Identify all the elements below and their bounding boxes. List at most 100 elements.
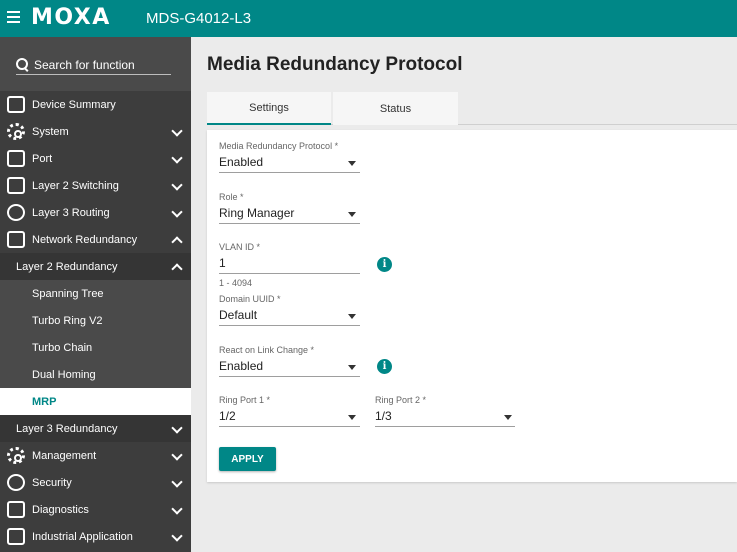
apply-button[interactable]: APPLY [219, 447, 276, 471]
info-icon[interactable]: i [377, 359, 392, 374]
sidebar-item-label: Turbo Chain [32, 341, 93, 354]
field-underline [219, 273, 360, 274]
chevron-up-icon [171, 263, 183, 275]
dropdown-arrow-icon [348, 314, 356, 319]
top-bar: MOXA MDS-G4012-L3 [0, 0, 737, 37]
sidebar-item-industrial-application[interactable]: Industrial Application [0, 523, 191, 550]
chevron-down-icon [171, 476, 183, 488]
vlan-id-field[interactable]: VLAN ID * 1 [219, 242, 360, 274]
chevron-down-icon [171, 503, 183, 515]
ring-port-1-value: 1/2 [219, 409, 236, 423]
dropdown-arrow-icon [348, 161, 356, 166]
search-input[interactable]: Search for function [16, 55, 171, 75]
menu-icon[interactable] [7, 11, 20, 23]
field-underline [219, 172, 360, 173]
sidebar-item-label: Diagnostics [32, 503, 89, 516]
field-underline [219, 376, 360, 377]
sidebar-item-spanning-tree[interactable]: Spanning Tree [0, 280, 191, 307]
function-search[interactable]: Search for function [0, 37, 191, 91]
react-link-change-value: Enabled [219, 359, 264, 373]
mrp-value: Enabled [219, 155, 264, 169]
port-icon [7, 150, 25, 167]
sidebar-item-layer3-routing[interactable]: Layer 3 Routing [0, 199, 191, 226]
info-icon[interactable]: i [377, 257, 392, 272]
dropdown-arrow-icon [348, 365, 356, 370]
field-underline [219, 325, 360, 326]
sidebar-item-turbo-chain[interactable]: Turbo Chain [0, 334, 191, 361]
gear-icon [7, 123, 25, 140]
sidebar-item-label: Network Redundancy [32, 233, 138, 246]
sidebar-item-system[interactable]: System [0, 118, 191, 145]
sidebar-item-device-summary[interactable]: Device Summary [0, 91, 191, 118]
field-underline [219, 426, 360, 427]
sidebar-item-diagnostics[interactable]: Diagnostics [0, 496, 191, 523]
react-link-change-select[interactable]: React on Link Change * Enabled [219, 345, 360, 377]
chevron-down-icon [171, 152, 183, 164]
sidebar-item-turbo-ring-v2[interactable]: Turbo Ring V2 [0, 307, 191, 334]
sidebar-item-label: Dual Homing [32, 368, 96, 381]
sidebar-item-label: Device Summary [32, 98, 116, 111]
chevron-down-icon [171, 449, 183, 461]
sidebar-item-label: Spanning Tree [32, 287, 104, 300]
management-icon [7, 447, 25, 464]
chevron-down-icon [171, 125, 183, 137]
sidebar-item-label: Security [32, 476, 72, 489]
chevron-down-icon [171, 422, 183, 434]
sidebar-item-mrp[interactable]: MRP [0, 388, 191, 415]
domain-uuid-label: Domain UUID * [219, 294, 281, 304]
sidebar: Search for function Device Summary Syste… [0, 37, 191, 552]
ring-port-1-select[interactable]: Ring Port 1 * 1/2 [219, 395, 360, 427]
sidebar-item-layer2-redundancy[interactable]: Layer 2 Redundancy [0, 253, 191, 280]
role-label: Role * [219, 192, 244, 202]
sidebar-item-security[interactable]: Security [0, 469, 191, 496]
sidebar-item-label: Management [32, 449, 97, 462]
sidebar-item-layer3-redundancy[interactable]: Layer 3 Redundancy [0, 415, 191, 442]
device-model: MDS-G4012-L3 [146, 10, 252, 27]
sidebar-item-label: Layer 3 Routing [32, 206, 110, 219]
role-value: Ring Manager [219, 206, 295, 220]
diagnostics-icon [7, 501, 25, 518]
sidebar-item-label: Layer 2 Redundancy [16, 260, 118, 273]
sidebar-item-label: Layer 3 Redundancy [16, 422, 118, 435]
sidebar-item-network-redundancy[interactable]: Network Redundancy [0, 226, 191, 253]
sidebar-item-management[interactable]: Management [0, 442, 191, 469]
switch-icon [7, 177, 25, 194]
sidebar-nav: Device Summary System Port Layer 2 Switc… [0, 91, 191, 550]
tab-status[interactable]: Status [333, 92, 458, 125]
chevron-up-icon [171, 236, 183, 248]
chevron-down-icon [171, 179, 183, 191]
dropdown-arrow-icon [504, 415, 512, 420]
domain-uuid-value: Default [219, 308, 258, 322]
sidebar-item-dual-homing[interactable]: Dual Homing [0, 361, 191, 388]
brand-logo-text: MOXA [31, 4, 111, 30]
sidebar-item-label: Turbo Ring V2 [32, 314, 103, 327]
ring-port-2-value: 1/3 [375, 409, 392, 423]
vlan-id-value: 1 [219, 256, 226, 270]
dropdown-arrow-icon [348, 415, 356, 420]
sidebar-item-label: Industrial Application [32, 530, 133, 543]
domain-uuid-select[interactable]: Domain UUID * Default [219, 294, 360, 326]
sidebar-item-layer2-switching[interactable]: Layer 2 Switching [0, 172, 191, 199]
chevron-down-icon [171, 530, 183, 542]
field-underline [375, 426, 515, 427]
lock-icon [7, 474, 25, 491]
tab-settings[interactable]: Settings [207, 92, 331, 125]
ring-port-2-label: Ring Port 2 * [375, 395, 427, 405]
sidebar-item-label: Layer 2 Switching [32, 179, 119, 192]
dashboard-icon [7, 96, 25, 113]
react-link-change-label: React on Link Change * [219, 345, 315, 355]
field-underline [219, 223, 360, 224]
mrp-label: Media Redundancy Protocol * [219, 141, 339, 151]
role-select[interactable]: Role * Ring Manager [219, 192, 360, 224]
routing-icon [7, 204, 25, 221]
sidebar-item-label: MRP [32, 395, 57, 408]
moxa-logo: MOXA [31, 4, 111, 30]
vlan-id-label: VLAN ID * [219, 242, 261, 252]
mrp-select[interactable]: Media Redundancy Protocol * Enabled [219, 141, 360, 173]
ring-port-2-select[interactable]: Ring Port 2 * 1/3 [375, 395, 515, 427]
vlan-id-hint: 1 - 4094 [219, 278, 253, 288]
sidebar-item-port[interactable]: Port [0, 145, 191, 172]
tab-bar: Settings Status [207, 92, 737, 125]
redundancy-icon [7, 231, 25, 248]
ring-port-1-label: Ring Port 1 * [219, 395, 271, 405]
